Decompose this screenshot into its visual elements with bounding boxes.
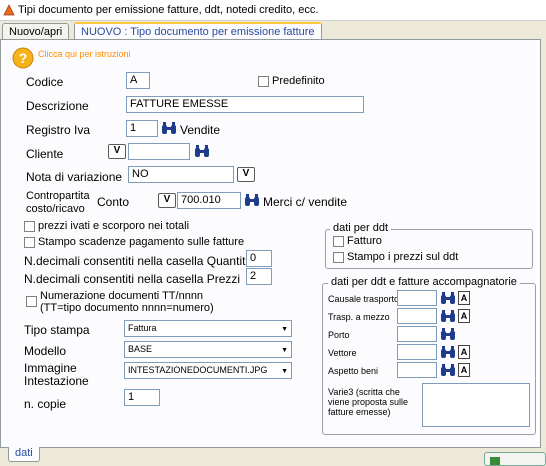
tab-label: Nuovo/apri <box>9 26 63 38</box>
causale-label: Causale trasporto <box>328 294 400 304</box>
nota-variazione-input[interactable]: NO <box>128 166 234 183</box>
aspetto-label: Aspetto beni <box>328 366 379 376</box>
app-icon <box>3 4 15 16</box>
descrizione-input[interactable]: FATTURE EMESSE <box>126 96 364 113</box>
trasporto-label: Trasp. a mezzo <box>328 312 390 322</box>
decimali-prezzi-input[interactable]: 2 <box>246 268 272 285</box>
dropdown-arrow-icon: ▼ <box>281 347 288 354</box>
conto-v-button[interactable]: V <box>158 193 176 208</box>
binoculars-icon[interactable] <box>440 309 456 324</box>
binoculars-icon[interactable] <box>440 327 456 342</box>
codice-label: Codice <box>26 75 64 89</box>
tab-dati[interactable]: dati <box>8 447 40 462</box>
registro-iva-desc: Vendite <box>180 123 221 137</box>
aspetto-add-button[interactable]: A <box>458 363 470 377</box>
svg-text:?: ? <box>19 50 28 66</box>
numerazione-checkbox[interactable] <box>26 296 37 307</box>
causale-input[interactable] <box>397 290 437 306</box>
nota-variazione-label: Nota di variazione <box>26 170 123 184</box>
tipo-stampa-select[interactable]: Fattura ▼ <box>124 320 292 337</box>
binoculars-icon[interactable] <box>194 144 210 159</box>
registro-iva-input[interactable]: 1 <box>126 120 158 137</box>
decimali-quantita-input[interactable]: 0 <box>246 250 272 267</box>
nota-variazione-v-button[interactable]: V <box>237 167 255 182</box>
conto-input[interactable]: 700.010 <box>177 192 241 209</box>
registro-iva-label: Registro Iva <box>26 123 91 137</box>
n-copie-input[interactable]: 1 <box>124 389 160 406</box>
modello-label: Modello <box>24 344 67 358</box>
confirm-icon <box>490 457 500 465</box>
varie3-label: Varie3 (scritta che viene proposta sulle… <box>328 387 409 417</box>
window-title: Tipi documento per emissione fatture, dd… <box>18 4 319 16</box>
fatturo-label: Fatturo <box>347 235 382 247</box>
vettore-label: Vettore <box>328 348 357 358</box>
porto-input[interactable] <box>397 326 437 342</box>
modello-value: BASE <box>128 344 153 354</box>
tab-strip: Nuovo/apri NUOVO : Tipo documento per em… <box>0 21 546 41</box>
confirm-button[interactable] <box>484 452 546 466</box>
prezzi-ivati-label: prezzi ivati e scorporo nei totali <box>38 220 190 232</box>
predefinito-checkbox[interactable] <box>258 76 269 87</box>
vettore-input[interactable] <box>397 344 437 360</box>
n-copie-label: n. copie <box>24 397 67 411</box>
predefinito-label: Predefinito <box>272 75 325 87</box>
contropartita-label-2: costo/ricavo <box>26 203 85 215</box>
conto-desc: Merci c/ vendite <box>263 195 348 209</box>
accompagnatorie-group-title: dati per ddt e fatture accompagnatorie <box>328 276 520 288</box>
prezzi-ivati-checkbox[interactable] <box>24 221 35 232</box>
tab-label: dati <box>15 447 33 459</box>
window-titlebar: Tipi documento per emissione fatture, dd… <box>0 0 546 21</box>
stampo-prezzi-ddt-checkbox[interactable] <box>333 252 344 263</box>
cliente-label: Cliente <box>26 147 64 161</box>
trasporto-add-button[interactable]: A <box>458 309 470 323</box>
decimali-quantita-label: N.decimali consentiti nella casella Quan… <box>24 254 253 268</box>
fatturo-checkbox[interactable] <box>333 236 344 247</box>
trasporto-input[interactable] <box>397 308 437 324</box>
descrizione-label: Descrizione <box>26 99 89 113</box>
stampo-scadenze-checkbox[interactable] <box>24 237 35 248</box>
cliente-input[interactable] <box>128 143 190 160</box>
binoculars-icon[interactable] <box>161 121 177 136</box>
numerazione-label: Numerazione documenti TT/nnnn <box>40 290 204 302</box>
help-link[interactable]: Clicca qui per istruzioni <box>38 49 131 59</box>
numerazione-label-2: (TT=tipo documento nnnn=numero) <box>40 302 214 314</box>
stampo-scadenze-label: Stampo scadenze pagamento sulle fatture <box>38 236 245 248</box>
binoculars-icon[interactable] <box>440 291 456 306</box>
immagine-select[interactable]: INTESTAZIONEDOCUMENTI.JPG ▼ <box>124 362 292 379</box>
binoculars-icon[interactable] <box>440 363 456 378</box>
dropdown-arrow-icon: ▼ <box>281 326 288 333</box>
tipo-stampa-value: Fattura <box>128 323 157 333</box>
modello-select[interactable]: BASE ▼ <box>124 341 292 358</box>
immagine-value: INTESTAZIONEDOCUMENTI.JPG <box>128 365 268 375</box>
porto-label: Porto <box>328 330 350 340</box>
binoculars-icon[interactable] <box>440 345 456 360</box>
vettore-add-button[interactable]: A <box>458 345 470 359</box>
tipo-stampa-label: Tipo stampa <box>24 323 90 337</box>
binoculars-icon[interactable] <box>244 193 260 208</box>
causale-add-button[interactable]: A <box>458 291 470 305</box>
immagine-label-2: Intestazione <box>24 374 89 388</box>
help-icon[interactable]: ? <box>12 47 34 69</box>
tab-label: NUOVO : Tipo documento per emissione fat… <box>81 26 315 38</box>
stampo-prezzi-ddt-label: Stampo i prezzi sul ddt <box>347 251 459 263</box>
decimali-prezzi-label: N.decimali consentiti nella casella Prez… <box>24 272 241 286</box>
contropartita-label: Contropartita <box>26 190 90 202</box>
cliente-v-button[interactable]: V <box>108 144 126 159</box>
codice-input[interactable]: A <box>126 72 150 89</box>
aspetto-input[interactable] <box>397 362 437 378</box>
varie3-textarea[interactable] <box>422 383 530 427</box>
dropdown-arrow-icon: ▼ <box>281 368 288 375</box>
immagine-label: Immagine <box>24 361 77 375</box>
conto-label: Conto <box>97 195 130 209</box>
ddt-group-title: dati per ddt <box>330 222 392 234</box>
